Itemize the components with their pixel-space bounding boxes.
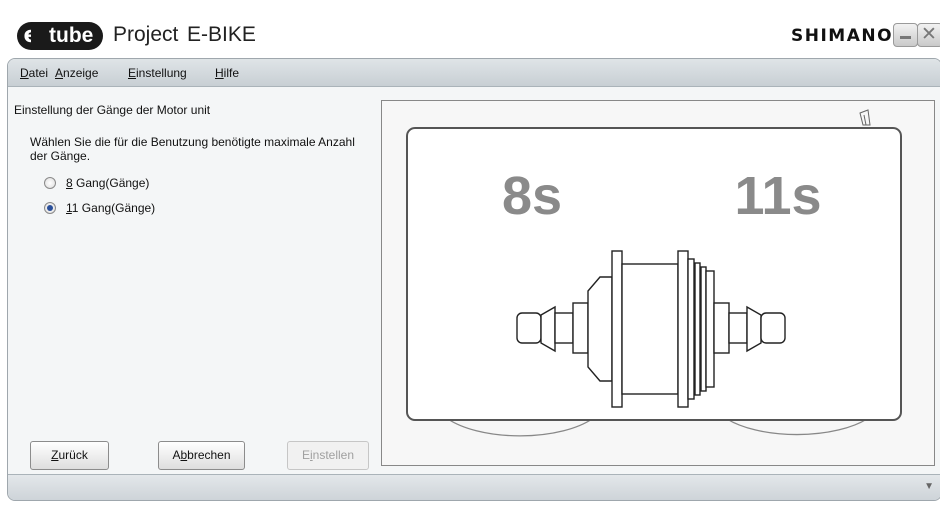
apply-button[interactable]: Einstellen [287, 441, 369, 470]
apply-button-prefix: E [301, 448, 310, 462]
option-8-gears-label[interactable]: 8 Gang(Gänge) [66, 176, 149, 190]
back-button-rest: urück [58, 448, 88, 462]
option-8-gears[interactable]: 8 Gang(Gänge) [44, 176, 149, 190]
menu-hilfe[interactable]: Hilfe [215, 66, 239, 80]
app-frame: Datei Anzeige Einstellung Hilfe Einstell… [7, 58, 940, 501]
menu-einstellung[interactable]: Einstellung [128, 66, 187, 80]
cancel-button-rest: brechen [187, 448, 231, 462]
content-area: Einstellung der Gänge der Motor unit Wäh… [8, 87, 940, 474]
section-title: Einstellung der Gänge der Motor unit [14, 103, 211, 117]
product-label: E-BIKE [187, 23, 256, 46]
status-bar: ▼ [8, 474, 940, 500]
title-bar: e tube Project E-BIKE SHIMANO ✕ [0, 0, 940, 58]
project-label: Project [113, 23, 179, 46]
shifter-icon [859, 109, 871, 126]
gear-illustration-panel: 8s 11s [381, 100, 935, 466]
back-button[interactable]: Zurück [30, 441, 109, 470]
minimize-icon [900, 36, 911, 39]
label-8s: 8s [502, 166, 562, 226]
back-button-accesskey: Z [51, 448, 59, 462]
menu-anzeige[interactable]: Anzeige [55, 66, 98, 80]
option-11-gears-label[interactable]: 11 Gang(Gänge) [66, 201, 155, 215]
close-button[interactable]: ✕ [917, 23, 940, 47]
wheel-left-arc [447, 418, 593, 437]
minimize-button[interactable] [893, 23, 918, 47]
radio-8-gears[interactable] [44, 177, 56, 189]
apply-button-rest: nstellen [312, 448, 355, 462]
instruction-text: Wählen Sie die für die Benutzung benötig… [30, 135, 355, 163]
menu-bar: Datei Anzeige Einstellung Hilfe [8, 59, 940, 87]
close-icon: ✕ [921, 23, 937, 45]
shimano-brand-logo: SHIMANO [791, 26, 894, 46]
hub-illustration: 8s 11s [406, 109, 902, 437]
etube-logo: e tube [17, 21, 104, 51]
menu-datei[interactable]: Datei [20, 66, 48, 80]
label-11s: 11s [734, 166, 821, 226]
scroll-down-icon[interactable]: ▼ [924, 481, 934, 492]
radio-11-gears[interactable] [44, 202, 56, 214]
wheel-right-arc [726, 418, 868, 436]
option-11-gears[interactable]: 11 Gang(Gänge) [44, 201, 155, 215]
logo-tube-text: tube [31, 22, 104, 50]
cancel-button[interactable]: Abbrechen [158, 441, 245, 470]
